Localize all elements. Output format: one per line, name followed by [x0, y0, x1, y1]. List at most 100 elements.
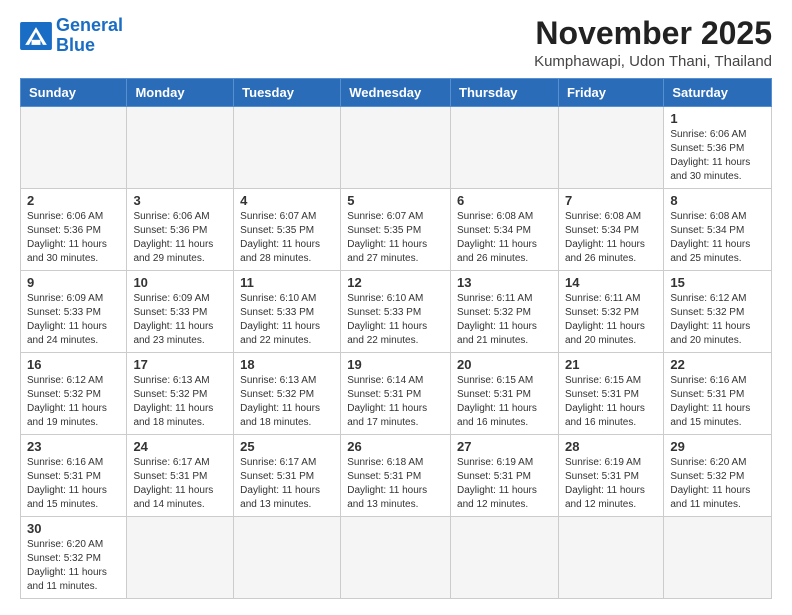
day-info: Sunrise: 6:13 AM Sunset: 5:32 PM Dayligh…	[133, 374, 227, 430]
calendar-week-row: 2 Sunrise: 6:06 AM Sunset: 5:36 PM Daylig…	[21, 189, 772, 271]
month-title: November 2025	[534, 16, 772, 51]
day-number: 29	[670, 439, 765, 454]
day-of-week-header: Tuesday	[234, 79, 341, 107]
day-number: 27	[457, 439, 552, 454]
calendar-day-cell: 6 Sunrise: 6:08 AM Sunset: 5:34 PM Daylig…	[451, 189, 559, 271]
logo-icon	[20, 22, 52, 50]
day-info: Sunrise: 6:09 AM Sunset: 5:33 PM Dayligh…	[27, 292, 120, 348]
day-info: Sunrise: 6:12 AM Sunset: 5:32 PM Dayligh…	[670, 292, 765, 348]
day-info: Sunrise: 6:12 AM Sunset: 5:32 PM Dayligh…	[27, 374, 120, 430]
day-info: Sunrise: 6:14 AM Sunset: 5:31 PM Dayligh…	[347, 374, 444, 430]
day-of-week-header: Thursday	[451, 79, 559, 107]
calendar-week-row: 9 Sunrise: 6:09 AM Sunset: 5:33 PM Daylig…	[21, 271, 772, 353]
page-header: GeneralBlue November 2025 Kumphawapi, Ud…	[20, 16, 772, 70]
calendar-week-row: 23 Sunrise: 6:16 AM Sunset: 5:31 PM Dayli…	[21, 435, 772, 517]
day-number: 8	[670, 193, 765, 208]
calendar-day-cell: 1 Sunrise: 6:06 AM Sunset: 5:36 PM Daylig…	[664, 107, 772, 189]
calendar-day-cell	[234, 517, 341, 599]
day-info: Sunrise: 6:06 AM Sunset: 5:36 PM Dayligh…	[27, 210, 120, 266]
calendar-day-cell: 14Sunrise: 6:11 AM Sunset: 5:32 PM Dayli…	[558, 271, 663, 353]
day-number: 6	[457, 193, 552, 208]
day-info: Sunrise: 6:11 AM Sunset: 5:32 PM Dayligh…	[565, 292, 657, 348]
day-number: 22	[670, 357, 765, 372]
day-number: 16	[27, 357, 120, 372]
calendar-day-cell: 27 Sunrise: 6:19 AM Sunset: 5:31 PM Dayli…	[451, 435, 559, 517]
calendar-day-cell	[558, 517, 663, 599]
day-info: Sunrise: 6:15 AM Sunset: 5:31 PM Dayligh…	[457, 374, 552, 430]
calendar-day-cell: 19Sunrise: 6:14 AM Sunset: 5:31 PM Dayli…	[341, 353, 451, 435]
calendar-day-cell: 24Sunrise: 6:17 AM Sunset: 5:31 PM Dayli…	[127, 435, 234, 517]
day-info: Sunrise: 6:08 AM Sunset: 5:34 PM Dayligh…	[565, 210, 657, 266]
calendar-day-cell: 11Sunrise: 6:10 AM Sunset: 5:33 PM Dayli…	[234, 271, 341, 353]
day-of-week-header: Wednesday	[341, 79, 451, 107]
day-number: 15	[670, 275, 765, 290]
day-number: 30	[27, 521, 120, 536]
day-info: Sunrise: 6:07 AM Sunset: 5:35 PM Dayligh…	[240, 210, 334, 266]
day-info: Sunrise: 6:09 AM Sunset: 5:33 PM Dayligh…	[133, 292, 227, 348]
calendar-day-cell: 4 Sunrise: 6:07 AM Sunset: 5:35 PM Daylig…	[234, 189, 341, 271]
logo: GeneralBlue	[20, 16, 123, 56]
day-info: Sunrise: 6:06 AM Sunset: 5:36 PM Dayligh…	[133, 210, 227, 266]
day-number: 10	[133, 275, 227, 290]
day-number: 18	[240, 357, 334, 372]
calendar-day-cell: 29 Sunrise: 6:20 AM Sunset: 5:32 PM Dayli…	[664, 435, 772, 517]
day-number: 3	[133, 193, 227, 208]
calendar-day-cell: 13Sunrise: 6:11 AM Sunset: 5:32 PM Dayli…	[451, 271, 559, 353]
calendar-day-cell: 7 Sunrise: 6:08 AM Sunset: 5:34 PM Daylig…	[558, 189, 663, 271]
day-number: 9	[27, 275, 120, 290]
day-number: 2	[27, 193, 120, 208]
day-info: Sunrise: 6:20 AM Sunset: 5:32 PM Dayligh…	[670, 456, 765, 512]
calendar-day-cell: 28Sunrise: 6:19 AM Sunset: 5:31 PM Dayli…	[558, 435, 663, 517]
calendar-day-cell	[451, 517, 559, 599]
day-number: 20	[457, 357, 552, 372]
calendar-day-cell	[341, 517, 451, 599]
calendar-day-cell: 16 Sunrise: 6:12 AM Sunset: 5:32 PM Dayli…	[21, 353, 127, 435]
day-info: Sunrise: 6:16 AM Sunset: 5:31 PM Dayligh…	[670, 374, 765, 430]
calendar-week-row: 1 Sunrise: 6:06 AM Sunset: 5:36 PM Daylig…	[21, 107, 772, 189]
day-info: Sunrise: 6:19 AM Sunset: 5:31 PM Dayligh…	[457, 456, 552, 512]
day-number: 21	[565, 357, 657, 372]
day-info: Sunrise: 6:13 AM Sunset: 5:32 PM Dayligh…	[240, 374, 334, 430]
day-of-week-header: Friday	[558, 79, 663, 107]
calendar-day-cell: 18 Sunrise: 6:13 AM Sunset: 5:32 PM Dayli…	[234, 353, 341, 435]
day-info: Sunrise: 6:17 AM Sunset: 5:31 PM Dayligh…	[240, 456, 334, 512]
calendar-day-cell: 10 Sunrise: 6:09 AM Sunset: 5:33 PM Dayli…	[127, 271, 234, 353]
calendar: SundayMondayTuesdayWednesdayThursdayFrid…	[20, 78, 772, 599]
calendar-day-cell	[558, 107, 663, 189]
day-of-week-header: Monday	[127, 79, 234, 107]
calendar-day-cell	[451, 107, 559, 189]
day-info: Sunrise: 6:08 AM Sunset: 5:34 PM Dayligh…	[457, 210, 552, 266]
day-of-week-header: Saturday	[664, 79, 772, 107]
calendar-header-row: SundayMondayTuesdayWednesdayThursdayFrid…	[21, 79, 772, 107]
day-number: 4	[240, 193, 334, 208]
day-number: 25	[240, 439, 334, 454]
calendar-day-cell	[127, 107, 234, 189]
day-info: Sunrise: 6:07 AM Sunset: 5:35 PM Dayligh…	[347, 210, 444, 266]
title-block: November 2025 Kumphawapi, Udon Thani, Th…	[534, 16, 772, 70]
day-info: Sunrise: 6:10 AM Sunset: 5:33 PM Dayligh…	[347, 292, 444, 348]
calendar-day-cell: 21 Sunrise: 6:15 AM Sunset: 5:31 PM Dayli…	[558, 353, 663, 435]
calendar-week-row: 30Sunrise: 6:20 AM Sunset: 5:32 PM Dayli…	[21, 517, 772, 599]
day-number: 11	[240, 275, 334, 290]
day-info: Sunrise: 6:08 AM Sunset: 5:34 PM Dayligh…	[670, 210, 765, 266]
day-number: 26	[347, 439, 444, 454]
calendar-day-cell: 17 Sunrise: 6:13 AM Sunset: 5:32 PM Dayli…	[127, 353, 234, 435]
calendar-day-cell	[341, 107, 451, 189]
day-number: 1	[670, 111, 765, 126]
calendar-day-cell: 20 Sunrise: 6:15 AM Sunset: 5:31 PM Dayli…	[451, 353, 559, 435]
day-number: 23	[27, 439, 120, 454]
day-info: Sunrise: 6:11 AM Sunset: 5:32 PM Dayligh…	[457, 292, 552, 348]
calendar-day-cell: 12Sunrise: 6:10 AM Sunset: 5:33 PM Dayli…	[341, 271, 451, 353]
calendar-day-cell: 30Sunrise: 6:20 AM Sunset: 5:32 PM Dayli…	[21, 517, 127, 599]
day-info: Sunrise: 6:15 AM Sunset: 5:31 PM Dayligh…	[565, 374, 657, 430]
calendar-day-cell: 22 Sunrise: 6:16 AM Sunset: 5:31 PM Dayli…	[664, 353, 772, 435]
day-number: 24	[133, 439, 227, 454]
calendar-day-cell	[664, 517, 772, 599]
day-number: 7	[565, 193, 657, 208]
day-of-week-header: Sunday	[21, 79, 127, 107]
day-info: Sunrise: 6:18 AM Sunset: 5:31 PM Dayligh…	[347, 456, 444, 512]
day-info: Sunrise: 6:16 AM Sunset: 5:31 PM Dayligh…	[27, 456, 120, 512]
day-number: 17	[133, 357, 227, 372]
day-info: Sunrise: 6:06 AM Sunset: 5:36 PM Dayligh…	[670, 128, 765, 184]
day-info: Sunrise: 6:19 AM Sunset: 5:31 PM Dayligh…	[565, 456, 657, 512]
